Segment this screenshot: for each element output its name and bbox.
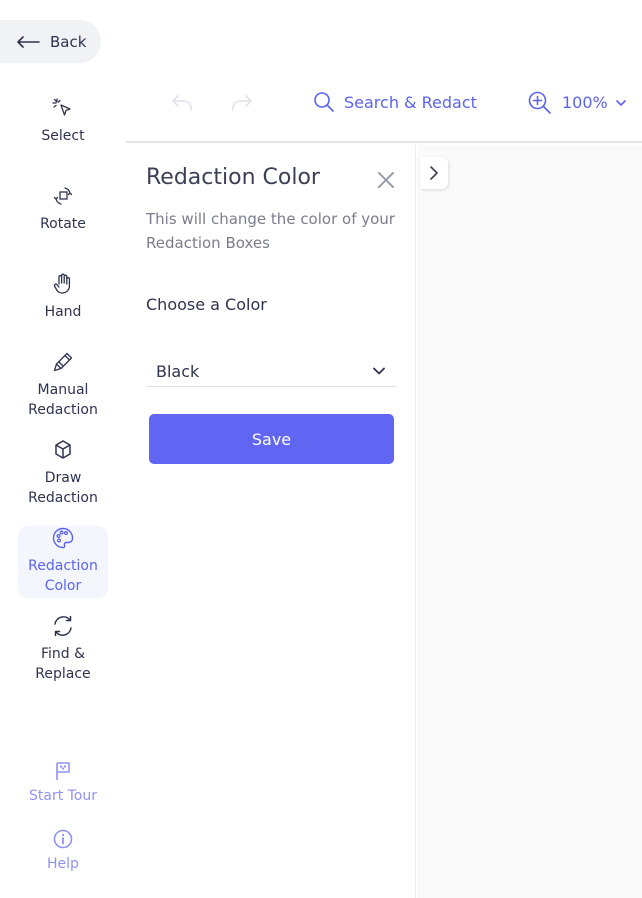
start-tour-label: Start Tour	[28, 788, 98, 804]
zoom-select[interactable]: 100%	[527, 90, 626, 115]
document-canvas[interactable]	[417, 145, 642, 898]
tool-select[interactable]: Select	[18, 96, 108, 152]
rotate-icon	[53, 187, 73, 205]
search-icon	[314, 92, 334, 112]
redaction-color-panel: Redaction Color This will change the col…	[126, 145, 416, 898]
chevron-down-icon	[615, 99, 626, 106]
info-icon	[53, 829, 73, 849]
tool-sidebar: Select Rotate Hand Manual Redaction Draw…	[0, 86, 126, 898]
hand-icon	[53, 273, 71, 294]
zoom-in-icon	[528, 91, 551, 114]
tool-label: Find & Replace	[35, 646, 91, 682]
undo-icon[interactable]	[170, 93, 194, 113]
tool-find-replace[interactable]: Find & Replace	[18, 614, 108, 684]
back-label: Back	[50, 32, 87, 51]
tool-label: Rotate	[40, 216, 86, 232]
tool-manual-redaction[interactable]: Manual Redaction	[18, 350, 108, 420]
cursor-select-icon	[52, 98, 71, 116]
redo-icon[interactable]	[230, 93, 254, 113]
help-label: Help	[47, 856, 79, 872]
tool-rotate[interactable]: Rotate	[18, 184, 108, 240]
palette-icon	[52, 527, 74, 549]
tool-label: Select	[41, 128, 85, 144]
zoom-label: 100%	[562, 93, 608, 112]
selected-color: Black	[156, 362, 200, 381]
color-select[interactable]: Black	[146, 357, 396, 387]
chevron-right-icon	[430, 166, 438, 180]
arrow-left-icon	[17, 35, 40, 48]
close-icon[interactable]	[376, 170, 396, 190]
start-tour-button[interactable]: Start Tour	[0, 760, 126, 804]
search-redact-label: Search & Redact	[344, 92, 477, 112]
search-redact-button[interactable]: Search & Redact	[312, 90, 477, 114]
tool-label: Manual Redaction	[28, 382, 98, 418]
help-button[interactable]: Help	[0, 828, 126, 872]
tool-redaction-color[interactable]: Redaction Color	[18, 526, 108, 598]
save-button[interactable]: Save	[149, 414, 394, 464]
panel-title: Redaction Color	[146, 165, 320, 190]
top-toolbar: Search & Redact 100%	[126, 63, 642, 143]
tool-hand[interactable]: Hand	[18, 272, 108, 328]
tool-draw-redaction[interactable]: Draw Redaction	[18, 438, 108, 508]
back-button[interactable]: Back	[0, 20, 101, 63]
flag-icon	[56, 762, 70, 780]
panel-description: This will change the color of your Redac…	[146, 210, 395, 252]
tool-label: Hand	[44, 304, 82, 320]
refresh-circle-icon	[54, 615, 72, 637]
collapse-panel-button[interactable]	[420, 157, 448, 189]
cube-icon	[55, 440, 71, 459]
chevron-down-icon	[373, 367, 385, 375]
tool-label: Redaction Color	[28, 558, 98, 594]
tool-label: Draw Redaction	[28, 470, 98, 506]
choose-color-label: Choose a Color	[146, 295, 267, 314]
pen-icon	[53, 352, 73, 372]
